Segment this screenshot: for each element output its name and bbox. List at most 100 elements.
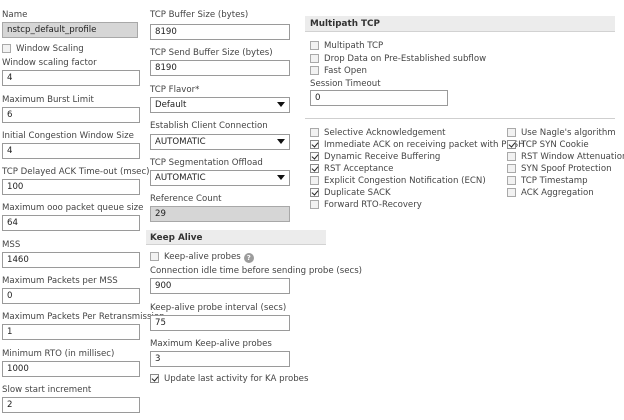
mptcp-row[interactable]: Multipath TCP [310, 41, 383, 52]
fast-open-label: Fast Open [324, 66, 367, 76]
session-timeout-input[interactable]: 0 [310, 90, 448, 106]
options-divider [305, 118, 615, 119]
dropdown-arrow-icon [277, 175, 285, 180]
checkbox[interactable] [310, 200, 319, 209]
opt-label: Explicit Congestion Notification (ECN) [324, 176, 486, 186]
opt-row[interactable]: Use Nagle's algorithm [507, 128, 616, 139]
keepalive-probes-checkbox[interactable] [150, 252, 159, 261]
opt-row[interactable]: Explicit Congestion Notification (ECN) [310, 176, 486, 187]
opt-label: Immediate ACK on receiving packet with P… [324, 140, 525, 150]
segmentation-label: TCP Segmentation Offload [150, 158, 263, 168]
update-activity-label: Update last activity for KA probes [164, 374, 309, 384]
flavor-select[interactable]: Default [150, 97, 290, 113]
delayed-ack-input[interactable]: 100 [2, 179, 140, 195]
fast-open-row[interactable]: Fast Open [310, 66, 367, 77]
opt-row[interactable]: ACK Aggregation [507, 188, 594, 199]
buffer-size-label: TCP Buffer Size (bytes) [150, 10, 249, 20]
send-buffer-label: TCP Send Buffer Size (bytes) [150, 48, 273, 58]
segmentation-select[interactable]: AUTOMATIC [150, 170, 290, 186]
help-icon[interactable]: ? [243, 252, 254, 263]
drop-data-checkbox[interactable] [310, 54, 319, 63]
max-pkts-retrans-label: Maximum Packets Per Retransmission [2, 312, 165, 322]
max-pkts-mss-label: Maximum Packets per MSS [2, 276, 118, 286]
checkbox[interactable] [310, 164, 319, 173]
opt-label: RST Window Attenuation [521, 152, 624, 162]
establish-select[interactable]: AUTOMATIC [150, 134, 290, 150]
name-field: nstcp_default_profile [2, 22, 138, 38]
max-pkts-mss-input[interactable]: 0 [2, 288, 140, 304]
checkbox[interactable] [507, 164, 516, 173]
checkbox[interactable] [507, 128, 516, 137]
flavor-label: TCP Flavor* [150, 85, 200, 95]
refcount-field: 29 [150, 206, 290, 222]
checkbox[interactable] [310, 152, 319, 161]
mss-input[interactable]: 1460 [2, 252, 140, 268]
opt-row[interactable]: RST Window Attenuation [507, 152, 624, 163]
opt-row[interactable]: Immediate ACK on receiving packet with P… [310, 140, 525, 151]
max-probes-input[interactable]: 3 [150, 351, 290, 367]
window-scaling-factor-input[interactable]: 4 [2, 70, 140, 86]
dropdown-arrow-icon [277, 139, 285, 144]
max-burst-input[interactable]: 6 [2, 107, 140, 123]
send-buffer-input[interactable]: 8190 [150, 60, 290, 76]
refcount-label: Reference Count [150, 194, 222, 204]
idle-time-label: Connection idle time before sending prob… [150, 266, 363, 276]
initial-cwnd-input[interactable]: 4 [2, 143, 140, 159]
establish-value: AUTOMATIC [155, 137, 206, 147]
keepalive-probes-label: Keep-alive probes [164, 252, 241, 262]
window-scaling-checkbox[interactable] [2, 44, 11, 53]
opt-row[interactable]: Duplicate SACK [310, 188, 391, 199]
max-probes-label: Maximum Keep-alive probes [150, 339, 272, 349]
window-scaling-checkbox-row[interactable]: Window Scaling [2, 44, 84, 55]
slow-start-input[interactable]: 2 [2, 397, 140, 413]
keepalive-heading: Keep Alive [150, 233, 203, 243]
checkbox[interactable] [310, 128, 319, 137]
name-label: Name [2, 10, 28, 20]
opt-label: Forward RTO-Recovery [324, 200, 422, 210]
mptcp-label: Multipath TCP [324, 41, 384, 51]
keepalive-probes-row[interactable]: Keep-alive probes? [150, 252, 254, 263]
buffer-size-input[interactable]: 8190 [150, 24, 290, 40]
opt-label: RST Acceptance [324, 164, 394, 174]
window-scaling-label: Window Scaling [16, 44, 84, 54]
slow-start-label: Slow start increment [2, 385, 92, 395]
min-rto-label: Minimum RTO (in millisec) [2, 349, 115, 359]
idle-time-input[interactable]: 900 [150, 278, 290, 294]
update-activity-checkbox[interactable] [150, 374, 159, 383]
opt-row[interactable]: RST Acceptance [310, 164, 393, 175]
flavor-value: Default [155, 100, 187, 110]
fast-open-checkbox[interactable] [310, 66, 319, 75]
max-burst-label: Maximum Burst Limit [2, 95, 94, 105]
dropdown-arrow-icon [277, 102, 285, 107]
opt-label: TCP SYN Cookie [521, 140, 589, 150]
opt-label: Dynamic Receive Buffering [324, 152, 441, 162]
drop-data-row[interactable]: Drop Data on Pre-Established subflow [310, 54, 486, 65]
min-rto-input[interactable]: 1000 [2, 361, 140, 377]
opt-row[interactable]: Forward RTO-Recovery [310, 200, 422, 211]
opt-row[interactable]: TCP SYN Cookie [507, 140, 589, 151]
opt-label: ACK Aggregation [521, 188, 594, 198]
checkbox[interactable] [310, 176, 319, 185]
checkbox[interactable] [310, 140, 319, 149]
opt-row[interactable]: Dynamic Receive Buffering [310, 152, 440, 163]
opt-row[interactable]: SYN Spoof Protection [507, 164, 612, 175]
checkbox[interactable] [310, 188, 319, 197]
checkbox[interactable] [507, 188, 516, 197]
initial-cwnd-label: Initial Congestion Window Size [2, 131, 134, 141]
max-ooo-label: Maximum ooo packet queue size [2, 203, 144, 213]
opt-row[interactable]: TCP Timestamp [507, 176, 588, 187]
mptcp-checkbox[interactable] [310, 41, 319, 50]
checkbox[interactable] [507, 140, 516, 149]
opt-label: Selective Acknowledgement [324, 128, 446, 138]
opt-row[interactable]: Selective Acknowledgement [310, 128, 446, 139]
probe-interval-input[interactable]: 75 [150, 315, 290, 331]
checkbox[interactable] [507, 176, 516, 185]
checkbox[interactable] [507, 152, 516, 161]
session-timeout-label: Session Timeout [310, 79, 381, 89]
establish-label: Establish Client Connection [150, 121, 268, 131]
max-pkts-retrans-input[interactable]: 1 [2, 324, 140, 340]
mss-label: MSS [2, 240, 21, 250]
update-activity-row[interactable]: Update last activity for KA probes [150, 374, 308, 385]
opt-label: TCP Timestamp [521, 176, 588, 186]
max-ooo-input[interactable]: 64 [2, 215, 140, 231]
